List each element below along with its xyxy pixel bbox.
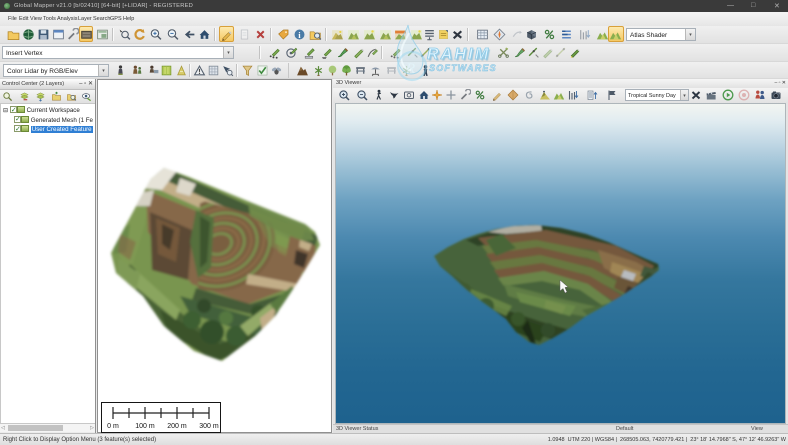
svg-text:100 m: 100 m (135, 423, 155, 430)
svg-text:0 m: 0 m (107, 423, 119, 430)
svg-text:300 m: 300 m (199, 423, 219, 430)
svg-text:200 m: 200 m (167, 423, 187, 430)
